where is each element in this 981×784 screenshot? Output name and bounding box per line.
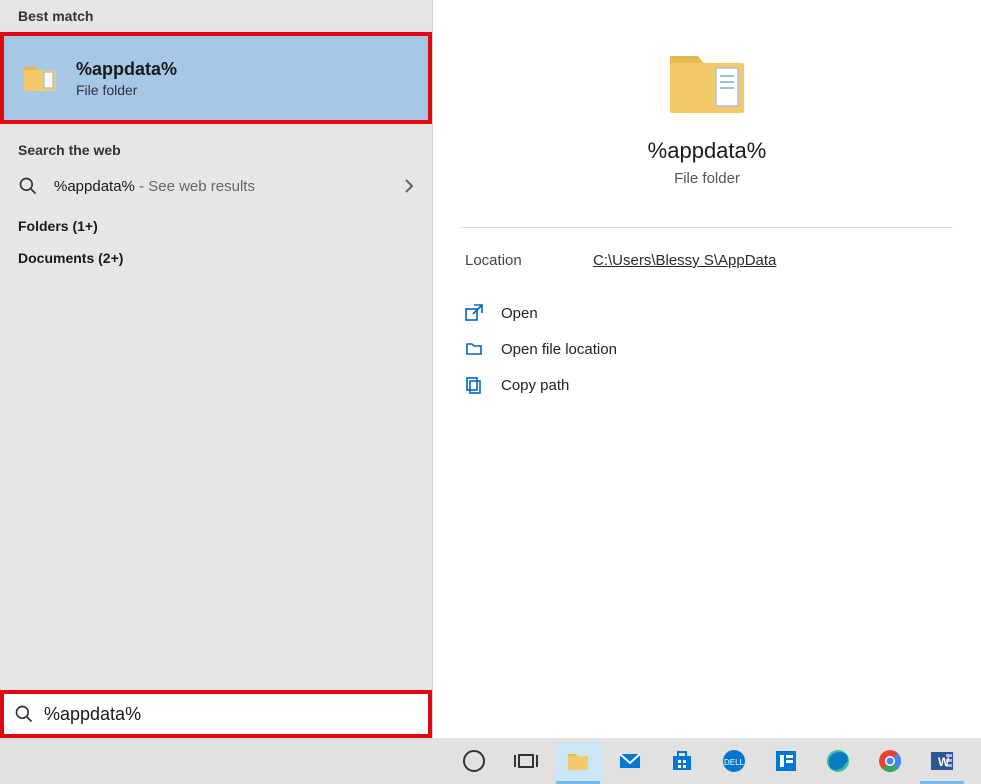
edge-icon [825,748,851,774]
office-button[interactable] [760,738,812,784]
copy-path-label: Copy path [501,377,569,394]
dell-icon: DELL [721,748,747,774]
cortana-button[interactable] [448,738,500,784]
main-area: Best match %appdata% File folder Search … [0,0,981,784]
web-result-row[interactable]: %appdata% - See web results [0,166,432,206]
search-icon [18,176,38,196]
detail-title: %appdata% [648,138,767,164]
documents-section-label[interactable]: Documents (2+) [0,238,432,270]
open-label: Open [501,305,538,322]
chrome-icon [877,748,903,774]
dell-button[interactable]: DELL [708,738,760,784]
task-view-icon [513,748,539,774]
task-view-button[interactable] [500,738,552,784]
detail-subtitle: File folder [674,170,740,187]
open-file-location-label: Open file location [501,341,617,358]
open-icon [465,304,483,322]
folder-location-icon [465,340,483,358]
mail-button[interactable] [604,738,656,784]
location-value[interactable]: C:\Users\Blessy S\AppData [593,252,776,269]
detail-hero: %appdata% File folder [433,0,981,217]
copy-path-action[interactable]: Copy path [433,367,981,403]
folder-icon [22,63,58,93]
web-result-query: %appdata% [54,178,135,195]
word-icon: W [929,748,955,774]
chevron-right-icon [404,178,414,194]
best-match-label: Best match [0,0,432,32]
web-result-label: %appdata% - See web results [54,178,388,195]
store-button[interactable] [656,738,708,784]
svg-text:DELL: DELL [724,758,745,767]
best-match-subtitle: File folder [76,82,177,98]
file-explorer-button[interactable] [552,738,604,784]
divider [461,227,953,228]
start-search-window: Best match %appdata% File folder Search … [0,0,981,784]
search-icon [14,704,34,724]
chrome-button[interactable] [864,738,916,784]
best-match-result[interactable]: %appdata% File folder [0,32,432,124]
best-match-title: %appdata% [76,59,177,80]
search-results-panel: Best match %appdata% File folder Search … [0,0,432,784]
open-file-location-action[interactable]: Open file location [433,331,981,367]
location-label: Location [465,252,593,269]
search-web-label: Search the web [0,124,432,166]
mail-icon [617,748,643,774]
best-match-text: %appdata% File folder [76,59,177,98]
web-result-suffix: - See web results [135,178,255,195]
search-bar[interactable] [0,690,432,738]
word-button[interactable]: W [916,738,968,784]
open-action[interactable]: Open [433,295,981,331]
file-explorer-icon [565,748,591,774]
taskbar: DELL [0,738,981,784]
search-input[interactable] [44,704,418,725]
folder-icon [664,46,750,118]
copy-icon [465,376,483,394]
folders-section-label[interactable]: Folders (1+) [0,206,432,238]
result-detail-panel: %appdata% File folder Location C:\Users\… [432,0,981,784]
cortana-icon [461,748,487,774]
store-icon [669,748,695,774]
edge-button[interactable] [812,738,864,784]
office-icon [773,748,799,774]
location-row: Location C:\Users\Blessy S\AppData [433,248,981,295]
